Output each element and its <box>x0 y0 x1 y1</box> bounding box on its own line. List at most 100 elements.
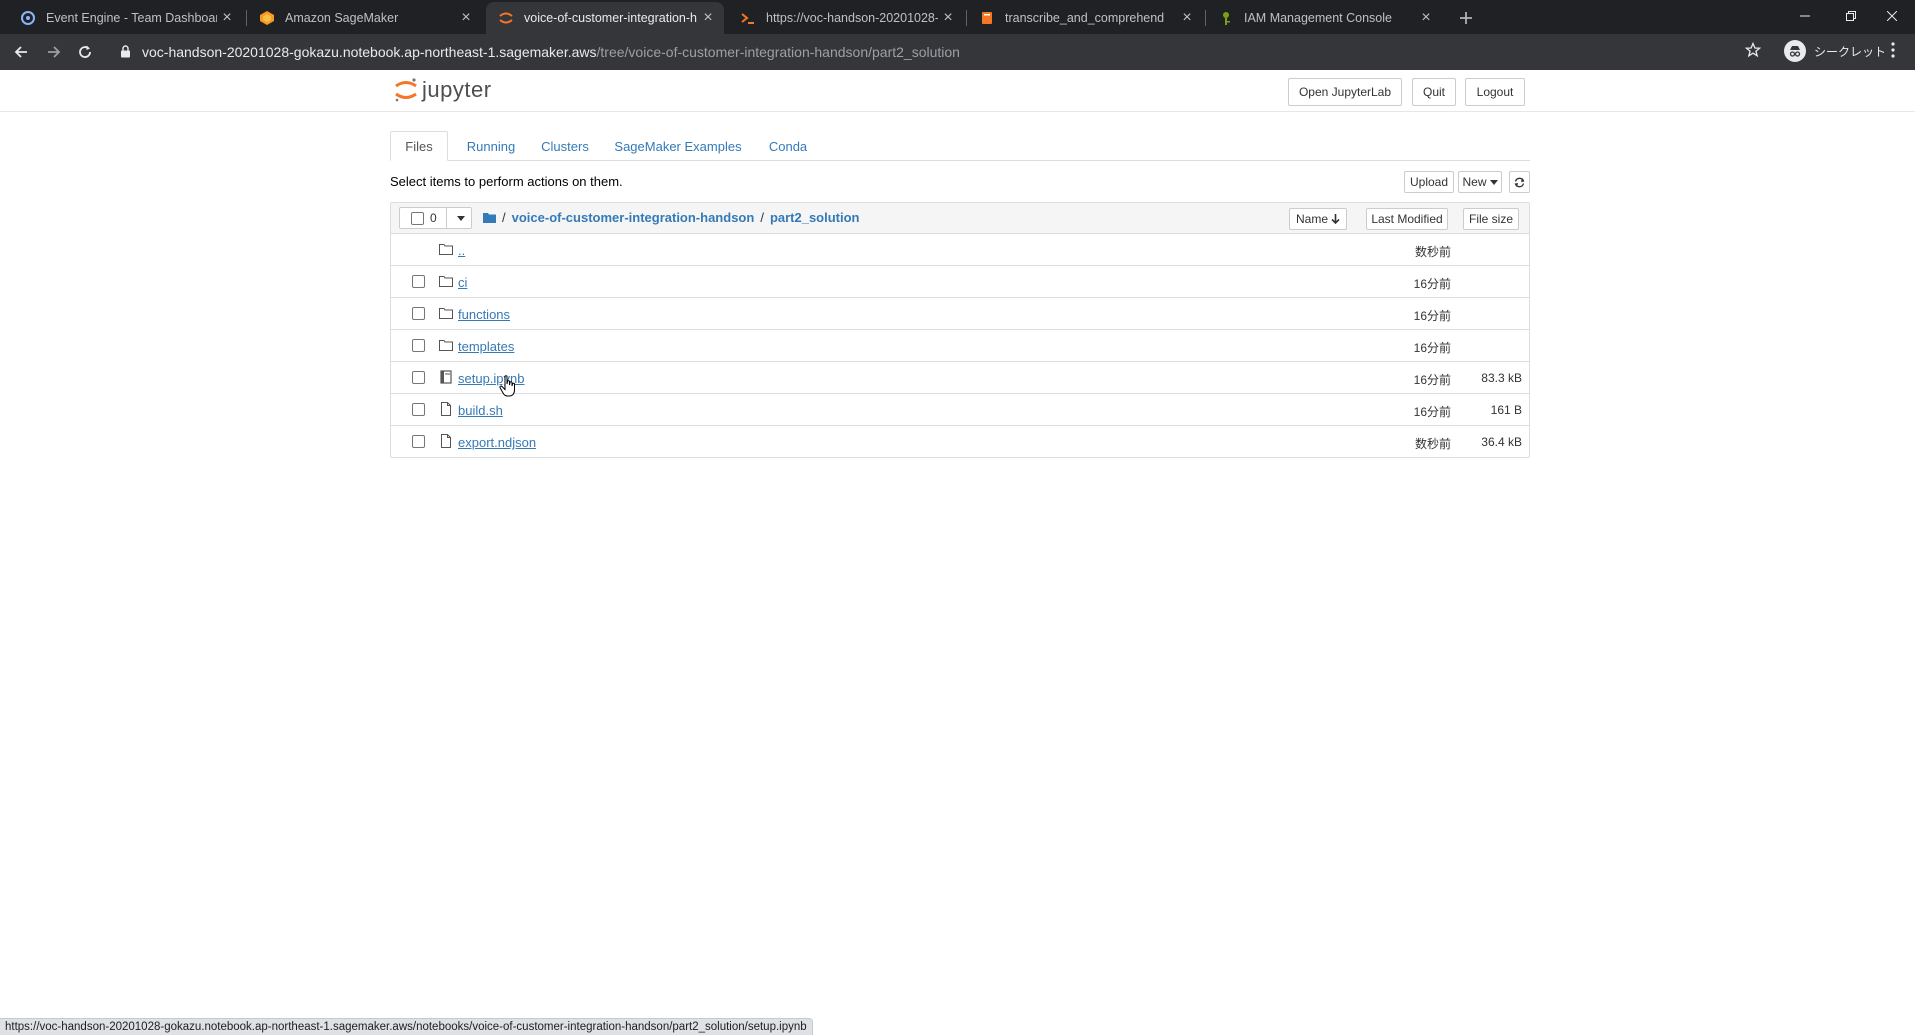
browser-tab-sagemaker[interactable]: Amazon SageMaker × <box>247 2 482 34</box>
file-link[interactable]: templates <box>458 339 514 354</box>
select-all-dropdown[interactable]: 0 <box>399 207 472 229</box>
folder-home-icon[interactable] <box>483 212 496 223</box>
sort-name-button[interactable]: Name <box>1289 208 1347 230</box>
folder-icon <box>439 340 453 351</box>
browser-toolbar: voc-handson-20201028-gokazu.notebook.ap-… <box>0 34 1915 70</box>
url-text: voc-handson-20201028-gokazu.notebook.ap-… <box>142 44 960 60</box>
table-row[interactable]: export.ndjson 数秒前 36.4 kB <box>391 426 1529 458</box>
file-link[interactable]: .. <box>458 243 465 258</box>
table-row[interactable]: ci 16分前 <box>391 266 1529 298</box>
upload-button[interactable]: Upload <box>1404 171 1454 193</box>
file-list-header: 0 / voice-of-customer-integration-handso… <box>391 203 1529 234</box>
minimize-icon[interactable] <box>1782 0 1828 32</box>
sort-last-modified-button[interactable]: Last Modified <box>1366 208 1448 230</box>
event-engine-icon <box>20 10 36 26</box>
jupyter-logo-icon <box>395 78 417 102</box>
row-checkbox[interactable] <box>412 275 425 288</box>
browser-tab-notebook[interactable]: transcribe_and_comprehend × <box>967 2 1203 34</box>
jupyter-icon <box>498 10 514 26</box>
caret-down-icon[interactable] <box>457 216 465 221</box>
breadcrumb-voice-of-customer[interactable]: voice-of-customer-integration-handson <box>512 210 755 225</box>
file-modified: 16分前 <box>1413 277 1451 291</box>
row-checkbox[interactable] <box>412 403 425 416</box>
file-size: 83.3 kB <box>1481 371 1522 385</box>
arrow-down-icon <box>1331 214 1340 224</box>
select-all-checkbox[interactable] <box>411 211 424 225</box>
open-jupyterlab-button[interactable]: Open JupyterLab <box>1288 78 1402 106</box>
tab-files[interactable]: Files <box>390 131 448 161</box>
browser-tab-terminal[interactable]: https://voc-handson-20201028- × <box>728 2 964 34</box>
row-checkbox[interactable] <box>412 371 425 384</box>
lock-icon <box>120 45 131 63</box>
browser-menu-icon[interactable] <box>1891 42 1895 63</box>
notebook-icon <box>979 10 995 26</box>
close-icon[interactable]: × <box>1416 8 1436 28</box>
sort-file-size-button[interactable]: File size <box>1463 208 1519 230</box>
status-bar-link-preview: https://voc-handson-20201028-gokazu.note… <box>0 1018 813 1035</box>
folder-icon <box>439 244 453 255</box>
file-link[interactable]: functions <box>458 307 510 322</box>
table-row[interactable]: build.sh 16分前 161 B <box>391 394 1529 426</box>
table-row[interactable]: setup.ipynb 16分前 83.3 kB <box>391 362 1529 394</box>
tab-conda[interactable]: Conda <box>760 131 816 161</box>
terminal-icon <box>740 10 756 26</box>
bookmark-star-icon[interactable] <box>1744 41 1762 63</box>
browser-tab-event-engine[interactable]: Event Engine - Team Dashboard × <box>8 2 243 34</box>
sagemaker-icon <box>259 10 275 26</box>
logout-button[interactable]: Logout <box>1465 78 1525 106</box>
close-icon[interactable]: × <box>938 8 958 28</box>
new-dropdown-button[interactable]: New <box>1458 171 1502 193</box>
browser-tab-iam[interactable]: IAM Management Console × <box>1206 2 1442 34</box>
quit-button[interactable]: Quit <box>1412 78 1456 106</box>
close-icon[interactable]: × <box>698 8 718 28</box>
close-icon[interactable]: × <box>1177 8 1197 28</box>
tab-clusters[interactable]: Clusters <box>534 131 596 161</box>
refresh-button[interactable] <box>1509 171 1530 193</box>
new-tab-plus-icon[interactable] <box>1454 6 1478 30</box>
notebook-file-icon <box>440 370 452 384</box>
incognito-profile-button[interactable]: シークレット <box>1784 39 1886 63</box>
tab-sagemaker-examples[interactable]: SageMaker Examples <box>606 131 750 161</box>
jupyter-tabs: Files Running Clusters SageMaker Example… <box>390 131 1530 161</box>
divider <box>446 208 447 228</box>
back-arrow-icon[interactable] <box>7 38 35 66</box>
forward-arrow-icon[interactable] <box>40 38 68 66</box>
file-size: 161 B <box>1490 403 1522 417</box>
folder-icon <box>439 276 453 287</box>
file-link[interactable]: export.ndjson <box>458 435 536 450</box>
table-row[interactable]: .. 数秒前 <box>391 234 1529 266</box>
hand-cursor-icon <box>499 375 515 397</box>
file-icon <box>441 402 451 416</box>
breadcrumb-part2-solution[interactable]: part2_solution <box>770 210 860 225</box>
file-link[interactable]: ci <box>458 275 467 290</box>
file-modified: 16分前 <box>1413 309 1451 323</box>
breadcrumb-separator: / <box>760 210 764 225</box>
close-icon[interactable]: × <box>217 8 237 28</box>
browser-tab-jupyter[interactable]: voice-of-customer-integration-h × <box>486 2 724 34</box>
row-checkbox[interactable] <box>412 339 425 352</box>
file-modified: 数秒前 <box>1414 245 1451 259</box>
incognito-icon <box>1784 40 1806 62</box>
close-icon[interactable]: × <box>456 8 476 28</box>
selection-hint: Select items to perform actions on them. <box>390 174 623 189</box>
file-list: 0 / voice-of-customer-integration-handso… <box>390 202 1530 458</box>
table-row[interactable]: functions 16分前 <box>391 298 1529 330</box>
file-modified: 16分前 <box>1413 405 1451 419</box>
address-bar[interactable]: voc-handson-20201028-gokazu.notebook.ap-… <box>110 37 1770 67</box>
selected-count: 0 <box>430 211 437 225</box>
close-window-icon[interactable] <box>1869 0 1915 32</box>
table-row[interactable]: templates 16分前 <box>391 330 1529 362</box>
breadcrumb-separator: / <box>502 210 506 225</box>
iam-icon <box>1218 10 1234 26</box>
row-checkbox[interactable] <box>412 435 425 448</box>
file-icon <box>441 434 451 448</box>
file-size: 36.4 kB <box>1481 435 1522 449</box>
file-link[interactable]: build.sh <box>458 403 503 418</box>
breadcrumb: / voice-of-customer-integration-handson … <box>483 210 860 225</box>
jupyter-logo[interactable]: jupyter <box>394 76 492 104</box>
file-modified: 16分前 <box>1413 373 1451 387</box>
restore-icon[interactable] <box>1828 0 1874 32</box>
tab-running[interactable]: Running <box>458 131 524 161</box>
reload-icon[interactable] <box>71 38 99 66</box>
row-checkbox[interactable] <box>412 307 425 320</box>
